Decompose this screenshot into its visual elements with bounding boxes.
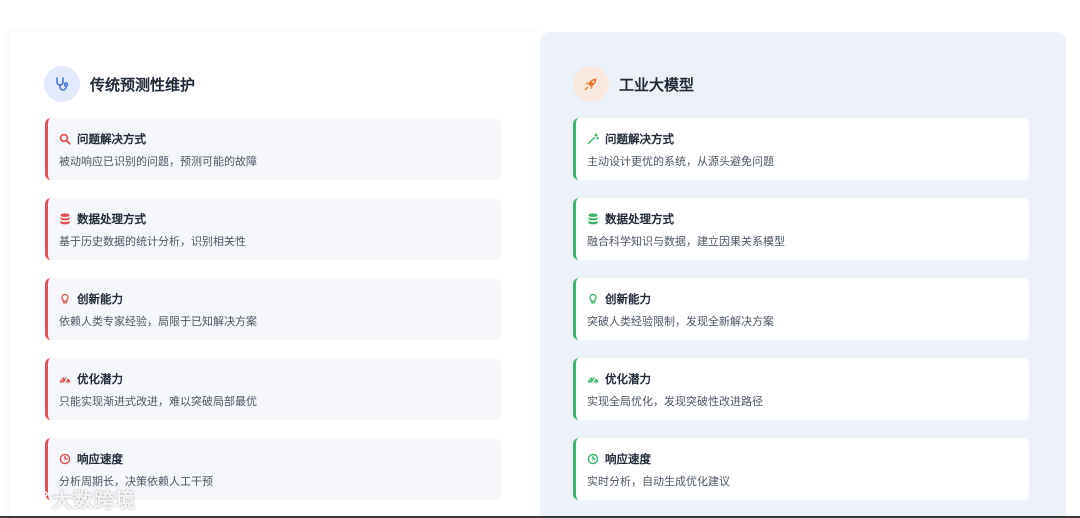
- card-title: 响应速度: [77, 452, 123, 466]
- watermark: 大数跨境: [8, 484, 136, 513]
- gauge-icon: [59, 373, 71, 385]
- card-description: 实现全局优化，发现突破性改进路径: [587, 395, 763, 408]
- card-description: 主动设计更优的系统，从源头避免问题: [587, 155, 774, 168]
- card-description: 融合科学知识与数据，建立因果关系模型: [587, 235, 785, 248]
- industrial-model-panel: 工业大模型 问题解决方式 主动设计更优的系统，从源头避免问题 数据处理方式 融合…: [540, 32, 1066, 518]
- card-title: 优化潜力: [605, 372, 651, 386]
- card-title: 问题解决方式: [77, 132, 146, 146]
- search-icon: [59, 133, 71, 145]
- stethoscope-icon: [44, 66, 80, 102]
- card-title: 问题解决方式: [605, 132, 674, 146]
- lightbulb-icon: [587, 293, 599, 305]
- lightbulb-icon: [59, 293, 71, 305]
- magic-wand-icon: [587, 133, 599, 145]
- card-description: 只能实现渐进式改进，难以突破局部最优: [59, 395, 257, 408]
- card-title: 创新能力: [605, 292, 651, 306]
- model-card-response-speed: 响应速度 实时分析，自动生成优化建议: [573, 438, 1029, 500]
- card-description: 突破人类经验限制，发现全新解决方案: [587, 315, 774, 328]
- card-title: 响应速度: [605, 452, 651, 466]
- traditional-panel-title: 传统预测性维护: [90, 75, 196, 94]
- traditional-panel: 传统预测性维护 问题解决方式 被动响应已识别的问题，预测可能的故障 数据处理方式…: [10, 32, 540, 518]
- rocket-icon: [573, 66, 609, 102]
- clock-icon: [587, 453, 599, 465]
- model-card-innovation: 创新能力 突破人类经验限制，发现全新解决方案: [573, 278, 1029, 340]
- gauge-icon: [587, 373, 599, 385]
- industrial-model-panel-header: 工业大模型: [573, 66, 694, 102]
- watermark-text: 大数跨境: [52, 488, 136, 512]
- traditional-card-problem-solving: 问题解决方式 被动响应已识别的问题，预测可能的故障: [45, 118, 501, 180]
- card-description: 依赖人类专家经验，局限于已知解决方案: [59, 315, 257, 328]
- traditional-card-innovation: 创新能力 依赖人类专家经验，局限于已知解决方案: [45, 278, 501, 340]
- traditional-card-optimization: 优化潜力 只能实现渐进式改进，难以突破局部最优: [45, 358, 501, 420]
- card-title: 数据处理方式: [77, 212, 146, 226]
- card-description: 实时分析，自动生成优化建议: [587, 475, 730, 488]
- card-description: 基于历史数据的统计分析，识别相关性: [59, 235, 246, 248]
- card-description: 被动响应已识别的问题，预测可能的故障: [59, 155, 257, 168]
- database-icon: [587, 213, 599, 225]
- card-title: 优化潜力: [77, 372, 123, 386]
- card-title: 创新能力: [77, 292, 123, 306]
- industrial-model-panel-title: 工业大模型: [619, 75, 695, 94]
- traditional-panel-header: 传统预测性维护: [44, 66, 195, 102]
- card-title: 数据处理方式: [605, 212, 674, 226]
- traditional-card-data-processing: 数据处理方式 基于历史数据的统计分析，识别相关性: [45, 198, 501, 260]
- database-icon: [59, 213, 71, 225]
- model-card-optimization: 优化潜力 实现全局优化，发现突破性改进路径: [573, 358, 1029, 420]
- model-card-data-processing: 数据处理方式 融合科学知识与数据，建立因果关系模型: [573, 198, 1029, 260]
- watermark-logo-icon: [8, 485, 48, 513]
- clock-icon: [59, 453, 71, 465]
- model-card-problem-solving: 问题解决方式 主动设计更优的系统，从源头避免问题: [573, 118, 1029, 180]
